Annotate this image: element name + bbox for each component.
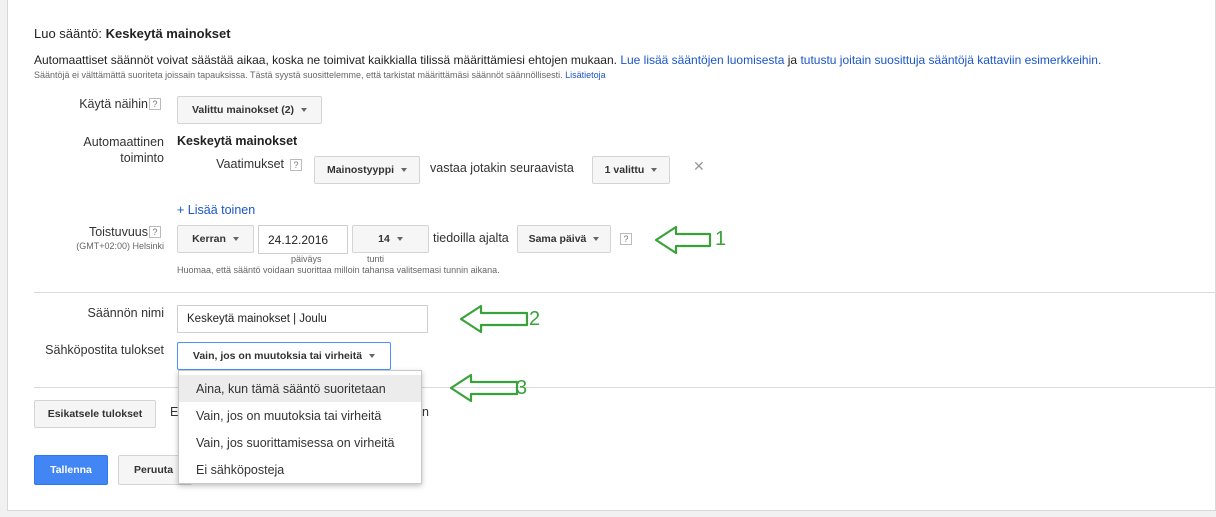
examples-link[interactable]: tutustu joitain suosittuja sääntöjä katt… — [800, 53, 1101, 67]
learn-more-link[interactable]: Lue lisää sääntöjen luomisesta — [620, 53, 784, 67]
annotation-number-1: 1 — [715, 228, 727, 250]
requirements-label: Vaatimukset — [216, 157, 284, 171]
chevron-down-icon — [401, 168, 408, 172]
frequency-dropdown-label: Kerran — [192, 233, 226, 245]
date-range-dropdown[interactable]: Sama päivä — [517, 225, 611, 253]
date-caption: päiväys — [291, 254, 322, 264]
title-prefix: Luo sääntö: — [34, 26, 102, 41]
save-button-label: Tallenna — [50, 464, 92, 476]
frequency-note: Huomaa, että sääntö voidaan suorittaa mi… — [177, 265, 500, 275]
timezone-text: (GMT+02:00) Helsinki — [76, 241, 164, 251]
save-button[interactable]: Tallenna — [34, 455, 108, 485]
email-options-menu: Aina, kun tämä sääntö suoritetaan Vain, … — [178, 370, 422, 484]
date-input[interactable]: 24.12.2016 — [258, 225, 348, 254]
desc-text2: ja — [787, 53, 798, 67]
ad-type-dropdown[interactable]: Mainostyyppi — [314, 156, 420, 184]
chevron-down-icon — [396, 237, 403, 241]
hour-dropdown-label: 14 — [378, 233, 390, 245]
frequency-label: Toistuvuus — [88, 225, 148, 239]
selected-values-dropdown[interactable]: 1 valittu — [592, 156, 670, 184]
action-value: Keskeytä mainokset — [177, 134, 298, 148]
more-info-link[interactable]: Lisätietoja — [565, 70, 606, 80]
email-results-dropdown[interactable]: Vain, jos on muutoksia tai virheitä — [177, 342, 391, 370]
chevron-down-icon — [651, 168, 658, 172]
ad-type-dropdown-label: Mainostyyppi — [326, 164, 395, 176]
chevron-down-icon — [232, 237, 239, 241]
remove-condition-icon[interactable]: ✕ — [693, 158, 705, 175]
match-text: vastaa jotakin seuraavista — [430, 161, 574, 175]
requirements-help-icon[interactable]: ? — [290, 159, 302, 171]
chevron-down-icon — [593, 237, 600, 241]
email-option-always[interactable]: Aina, kun tämä sääntö suoritetaan — [179, 375, 421, 402]
create-rule-panel: Luo sääntö: Keskeytä mainokset Automaatt… — [7, 0, 1216, 511]
action-label-line2: toiminto — [120, 151, 164, 165]
cancel-button-label: Peruuta — [134, 464, 174, 476]
add-another-link[interactable]: + Lisää toinen — [177, 203, 255, 217]
data-period-text: tiedoilla ajalta — [433, 231, 509, 245]
section-divider — [34, 292, 1216, 293]
desc-text1: Automaattiset säännöt voivat säästää aik… — [34, 53, 617, 67]
apply-to-dropdown-label: Valittu mainokset (2) — [191, 104, 295, 116]
preview-results-button-label: Esikatsele tulokset — [47, 408, 143, 420]
chevron-down-icon — [369, 354, 376, 358]
page-title: Luo sääntö: Keskeytä mainokset — [34, 26, 231, 41]
email-results-dropdown-label: Vain, jos on muutoksia tai virheitä — [192, 350, 363, 362]
email-option-none[interactable]: Ei sähköposteja — [179, 456, 421, 483]
frequency-help-icon[interactable]: ? — [149, 226, 161, 238]
preview-results-button[interactable]: Esikatsele tulokset — [34, 400, 156, 428]
rule-name-input[interactable]: Keskeytä mainokset | Joulu — [177, 305, 428, 333]
date-range-dropdown-label: Sama päivä — [528, 233, 587, 245]
hour-caption: tunti — [367, 254, 385, 264]
annotation-arrow-1-icon — [654, 225, 712, 255]
annotation-number-3: 3 — [516, 377, 528, 399]
rule-name-label: Säännön nimi — [87, 306, 164, 320]
email-results-label: Sähköpostita tulokset — [45, 343, 164, 357]
desc-small-text: Sääntöjä ei välttämättä suoriteta joissa… — [34, 70, 563, 80]
frequency-dropdown[interactable]: Kerran — [177, 225, 254, 253]
description: Automaattiset säännöt voivat säästää aik… — [34, 53, 1101, 67]
annotation-arrow-3-icon — [449, 373, 519, 403]
chevron-down-icon — [301, 108, 308, 112]
description-small: Sääntöjä ei välttämättä suoriteta joissa… — [34, 70, 606, 80]
hour-dropdown[interactable]: 14 — [352, 225, 429, 253]
apply-to-help-icon[interactable]: ? — [149, 98, 161, 110]
preview-text-end: n — [422, 405, 429, 419]
apply-to-dropdown[interactable]: Valittu mainokset (2) — [177, 96, 322, 124]
selected-values-dropdown-label: 1 valittu — [604, 164, 645, 176]
action-label: Automaattinen toiminto — [64, 134, 164, 166]
email-option-errors-only[interactable]: Vain, jos suorittamisessa on virheitä — [179, 429, 421, 456]
email-option-changes-or-errors[interactable]: Vain, jos on muutoksia tai virheitä — [179, 402, 421, 429]
annotation-number-2: 2 — [529, 308, 541, 330]
date-range-help-icon[interactable]: ? — [620, 233, 632, 245]
apply-to-label: Käytä näihin — [79, 97, 148, 111]
annotation-arrow-2-icon — [459, 304, 529, 334]
action-label-line1: Automaattinen — [83, 135, 164, 149]
title-value: Keskeytä mainokset — [105, 26, 231, 41]
